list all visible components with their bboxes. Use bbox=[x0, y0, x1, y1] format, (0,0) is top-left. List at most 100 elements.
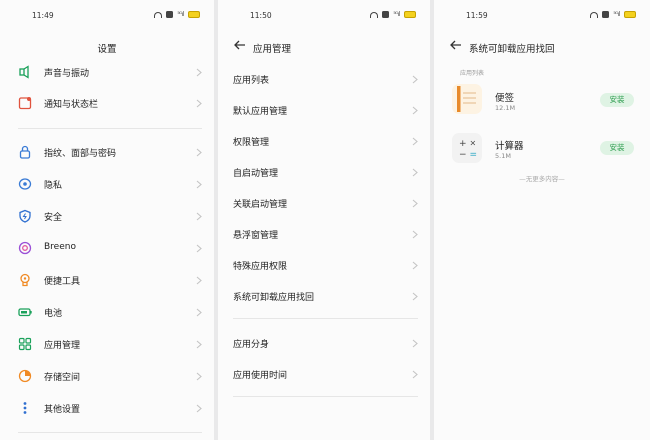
status-icons: ⁵ᴳıl bbox=[370, 11, 416, 18]
chevron-right-icon bbox=[196, 148, 202, 157]
app-mgmt-item-app-clone[interactable]: 应用分身 bbox=[218, 330, 430, 358]
settings-item-security-lock[interactable]: 指纹、面部与密码 bbox=[0, 139, 214, 167]
chevron-right-icon bbox=[196, 244, 202, 253]
status-bar: 11:49 ⁵ᴳıl bbox=[0, 8, 214, 24]
back-arrow-icon[interactable] bbox=[449, 38, 463, 52]
app-mgmt-item-autostart[interactable]: 自启动管理 bbox=[218, 159, 430, 187]
breeno-icon bbox=[18, 241, 32, 255]
svg-text:×: × bbox=[470, 139, 477, 148]
settings-item-app-management[interactable]: 应用管理 bbox=[0, 331, 214, 359]
wifi-icon bbox=[370, 11, 379, 18]
divider bbox=[18, 128, 202, 129]
item-label: 系统可卸载应用找回 bbox=[233, 293, 315, 303]
item-label: 其他设置 bbox=[44, 405, 81, 415]
back-arrow-icon[interactable] bbox=[233, 38, 247, 52]
chevron-right-icon bbox=[196, 404, 202, 413]
sound-icon bbox=[19, 65, 29, 79]
item-label: 通知与状态栏 bbox=[44, 100, 99, 110]
app-mgmt-item-permissions[interactable]: 权限管理 bbox=[218, 128, 430, 156]
app-mgmt-item-restore-system-apps[interactable]: 系统可卸载应用找回 bbox=[218, 283, 430, 311]
wifi-icon bbox=[154, 11, 163, 18]
app-mgmt-item-floating-window[interactable]: 悬浮窗管理 bbox=[218, 221, 430, 249]
chevron-right-icon bbox=[196, 340, 202, 349]
item-label: 声音与振动 bbox=[44, 69, 90, 79]
settings-item-notification[interactable]: 通知与状态栏 bbox=[0, 90, 214, 118]
item-label: 应用分身 bbox=[233, 340, 270, 350]
divider bbox=[18, 432, 202, 433]
battery-status-icon bbox=[188, 11, 200, 18]
svg-text:=: = bbox=[470, 150, 478, 160]
install-button[interactable]: 安装 bbox=[600, 93, 634, 107]
settings-item-quick-tools[interactable]: 便捷工具 bbox=[0, 267, 214, 295]
nfc-icon bbox=[382, 11, 390, 18]
app-size: 12.1M bbox=[495, 104, 516, 112]
status-bar: 11:50 ⁵ᴳıl bbox=[218, 8, 430, 24]
chevron-right-icon bbox=[196, 212, 202, 221]
lock-icon bbox=[19, 145, 31, 159]
settings-item-battery[interactable]: 电池 bbox=[0, 299, 214, 327]
chevron-right-icon bbox=[196, 308, 202, 317]
item-label: 悬浮窗管理 bbox=[233, 231, 279, 241]
chevron-right-icon bbox=[412, 75, 418, 84]
wifi-icon bbox=[590, 11, 599, 18]
item-label: 关联启动管理 bbox=[233, 200, 288, 210]
apps-icon bbox=[18, 337, 32, 351]
settings-item-sound[interactable]: 声音与振动 bbox=[0, 59, 214, 87]
svg-text:−: − bbox=[459, 150, 467, 160]
chevron-right-icon bbox=[196, 180, 202, 189]
status-time: 11:50 bbox=[250, 11, 272, 20]
item-label: 电池 bbox=[44, 309, 63, 319]
calculator-app-icon: + × − = bbox=[452, 133, 482, 163]
app-mgmt-item-linked-start[interactable]: 关联启动管理 bbox=[218, 190, 430, 218]
battery-icon bbox=[18, 308, 32, 317]
settings-item-other[interactable]: 其他设置 bbox=[0, 395, 214, 423]
item-label: Breeno bbox=[44, 242, 76, 252]
status-icons: ⁵ᴳıl bbox=[590, 11, 636, 18]
chevron-right-icon bbox=[412, 199, 418, 208]
app-mgmt-item-special-permissions[interactable]: 特殊应用权限 bbox=[218, 252, 430, 280]
settings-item-breeno[interactable]: Breeno bbox=[0, 235, 214, 263]
chevron-right-icon bbox=[412, 292, 418, 301]
notes-app-icon bbox=[452, 84, 482, 114]
chevron-right-icon bbox=[196, 372, 202, 381]
status-icons: ⁵ᴳıl bbox=[154, 11, 200, 18]
nfc-icon bbox=[166, 11, 174, 18]
nfc-icon bbox=[602, 11, 610, 18]
app-mgmt-item-app-list[interactable]: 应用列表 bbox=[218, 66, 430, 94]
hand-icon bbox=[20, 273, 30, 287]
notification-icon bbox=[18, 97, 32, 110]
page-title: 设置 bbox=[97, 44, 117, 55]
app-mgmt-item-usage-time[interactable]: 应用使用时间 bbox=[218, 361, 430, 389]
chevron-right-icon bbox=[196, 99, 202, 108]
divider bbox=[233, 396, 418, 397]
install-button[interactable]: 安装 bbox=[600, 141, 634, 155]
app-mgmt-item-default-apps[interactable]: 默认应用管理 bbox=[218, 97, 430, 125]
chevron-right-icon bbox=[412, 106, 418, 115]
status-time: 11:59 bbox=[466, 11, 488, 20]
battery-status-icon bbox=[624, 11, 636, 18]
signal-icon: ⁵ᴳıl bbox=[613, 11, 620, 18]
no-more-content: —无更多内容— bbox=[519, 175, 565, 183]
settings-item-storage[interactable]: 存储空间 bbox=[0, 363, 214, 391]
item-label: 默认应用管理 bbox=[233, 107, 288, 117]
settings-item-security[interactable]: 安全 bbox=[0, 203, 214, 231]
svg-text:+: + bbox=[459, 139, 467, 149]
chevron-right-icon bbox=[412, 137, 418, 146]
app-name: 便签 bbox=[495, 93, 515, 104]
item-label: 自启动管理 bbox=[233, 169, 279, 179]
item-label: 应用管理 bbox=[44, 341, 81, 351]
app-row-notes: 便签 12.1M 安装 bbox=[434, 84, 650, 124]
app-row-calculator: + × − = 计算器 5.1M 安装 bbox=[434, 133, 650, 173]
app-management-screen: 11:50 ⁵ᴳıl 应用管理 应用列表 默认应用管理 权限管理 自启动管理 关… bbox=[218, 0, 430, 440]
chevron-right-icon bbox=[196, 68, 202, 77]
chevron-right-icon bbox=[412, 168, 418, 177]
item-label: 便捷工具 bbox=[44, 277, 81, 287]
item-label: 应用使用时间 bbox=[233, 371, 288, 381]
item-label: 应用列表 bbox=[233, 76, 270, 86]
restore-apps-screen: 11:59 ⁵ᴳıl 系统可卸载应用找回 应用列表 便签 12.1M 安装 + … bbox=[434, 0, 650, 440]
settings-item-privacy[interactable]: 隐私 bbox=[0, 171, 214, 199]
settings-screen: 11:49 ⁵ᴳıl 设置 声音与振动 通知与状态栏 指纹、面部与密码 隐私 安… bbox=[0, 0, 214, 440]
shield-icon bbox=[19, 209, 31, 223]
battery-status-icon bbox=[404, 11, 416, 18]
signal-icon: ⁵ᴳıl bbox=[177, 11, 184, 18]
